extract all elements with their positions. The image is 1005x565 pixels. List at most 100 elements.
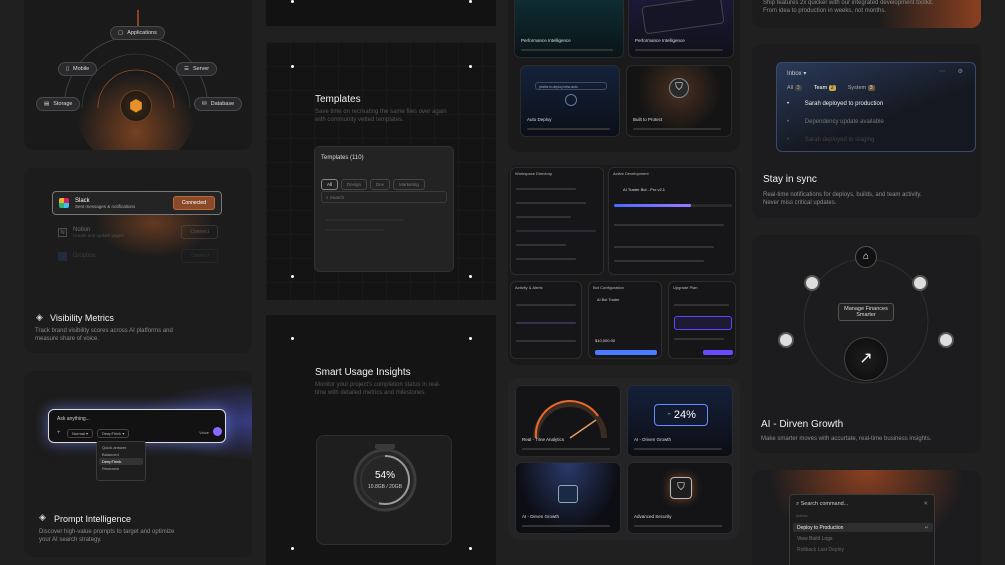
search-input[interactable]: ⌕ Search [321, 191, 447, 203]
command-search[interactable]: ⌕ Search command... ✕ [796, 501, 928, 508]
inbox-item[interactable]: • Sarah deployed to production [787, 101, 883, 107]
command-item[interactable]: Rollback Last Deploy [797, 547, 844, 553]
card-title: Visibility Metrics [50, 313, 114, 323]
bot-save-button[interactable] [595, 350, 657, 355]
upgrade-button[interactable] [703, 350, 733, 355]
tile-sub [522, 448, 611, 450]
node-server: ☰ Server [176, 62, 218, 76]
dropbox-icon [58, 251, 67, 261]
option-quick[interactable]: Quick answer [99, 444, 143, 451]
chevron-up-icon: ⌃ [666, 413, 674, 420]
tab-count: 3 [794, 85, 802, 91]
mode-select[interactable]: Normal ▾ [67, 429, 94, 438]
templates-panel: Templates (110) All Design Dev Marketing ⌕ … [314, 146, 454, 272]
filter-all[interactable]: All [321, 179, 339, 190]
ship-card: Ship features 2x quicker with our integr… [752, 0, 981, 28]
tile-sub [527, 128, 611, 130]
card-desc: Save time on recreating the same files o… [315, 109, 447, 124]
corner-dot [291, 0, 294, 3]
enter-icon: ↵ [924, 525, 929, 531]
connected-button[interactable]: Connected [172, 196, 215, 210]
tab-count: 3 [867, 85, 875, 91]
connect-button[interactable]: Connect [181, 225, 218, 239]
filter-tabs: All Design Dev Marketing [321, 173, 428, 191]
plan-option-selected[interactable] [674, 316, 732, 330]
inbox-item[interactable]: • Dependency update available [787, 119, 884, 125]
card-title: Templates [315, 94, 361, 105]
row [516, 322, 576, 324]
analytics-card: Real - Time Analytics ⌃ 24% AI - Driven … [508, 378, 740, 540]
inbox-title[interactable]: Inbox ▾ [787, 70, 806, 77]
activity-alerts: Activity & Alerts [510, 281, 582, 359]
command-item[interactable]: View Build Logs [797, 536, 833, 542]
corner-dot [469, 0, 472, 3]
bot-name: AI Bot Trader [597, 298, 620, 302]
row [614, 260, 704, 262]
more-icon[interactable]: ⋯ [939, 68, 945, 75]
usage-storage: 10.8GB / 20GB [368, 484, 402, 490]
settings-icon[interactable]: ⚙ [958, 68, 963, 75]
growth-percent: 24% [673, 409, 696, 421]
option-research[interactable]: Research [99, 465, 143, 472]
bot-value: $10,000.00 [595, 338, 616, 343]
avatar [912, 275, 928, 291]
tile-label: AI - Dirven Growth [522, 514, 560, 519]
mini-title: Activity & Alerts [515, 285, 543, 290]
usage-percent: 54% [374, 470, 395, 481]
command-item-label: Deploy to Production [797, 525, 844, 531]
tile-perf-1: Performance Intelligence [514, 0, 624, 58]
integration-slack[interactable]: Slack Sent messages & notifications Conne… [52, 191, 222, 215]
prompt-card: Ask anything... + Normal ▾ DeepThink ▾ V… [24, 371, 252, 557]
model-dropdown[interactable]: Quick answer Balanced DeepThink Research [96, 441, 146, 481]
layers-icon: ◈ [36, 312, 43, 322]
tile-label: Advanced Security [634, 514, 672, 519]
corner-dot [291, 275, 294, 278]
filter-marketing[interactable]: Marketing [393, 179, 425, 190]
model-select[interactable]: DeepThink ▾ [97, 429, 130, 438]
option-balanced[interactable]: Balanced [99, 451, 143, 458]
active-development: Active Development AI Trader Bot - Pro v… [608, 167, 736, 275]
tab-all[interactable]: All 3 [787, 85, 802, 91]
row [516, 188, 576, 190]
voice-button[interactable]: Voice [199, 430, 209, 435]
tile-sub [633, 128, 722, 130]
card-desc: Track brand visibility scores across AI … [35, 328, 173, 343]
send-button[interactable] [213, 427, 222, 436]
prompt-input[interactable]: Ask anything... [57, 416, 90, 422]
corner-dot [291, 337, 294, 340]
tile-label: AI - Driven Growth [634, 437, 672, 442]
tile-label: Performance Intelligence [521, 38, 571, 43]
upgrade-plan: Upgrade Plan [668, 281, 736, 359]
tab-team[interactable]: Team 2 [814, 85, 836, 91]
inbox-item[interactable]: • Sarah deployed to staging [787, 137, 875, 143]
storage-icon: ▤ [44, 101, 50, 107]
filter-dev[interactable]: Dev [370, 179, 391, 190]
command-item[interactable]: Deploy to Production ↵ [793, 523, 933, 532]
option-deepthink[interactable]: DeepThink [99, 458, 143, 465]
close-icon[interactable]: ✕ [923, 501, 928, 507]
templates-card: Templates Save time on recreating the sa… [266, 42, 496, 300]
integration-name: Dropbox [73, 253, 96, 259]
row [516, 216, 571, 218]
plus-icon[interactable]: + [57, 430, 61, 436]
connect-button[interactable]: Connect [181, 249, 218, 263]
app-icon: ▢ [118, 30, 124, 36]
usage-panel: 54% 10.8GB / 20GB [316, 435, 452, 545]
tile-sub [634, 448, 723, 450]
placeholder-row [325, 229, 385, 231]
mini-title: Bot Configuration [593, 285, 624, 290]
slack-icon [59, 198, 69, 208]
integration-notion[interactable]: N Notion Create and update pages Connect [58, 223, 218, 241]
inbox-item-text: Dependency update available [804, 119, 884, 125]
node-applications: ▢ Applications [110, 26, 165, 40]
card-desc: Ship features 2x quicker with our integr… [763, 0, 934, 15]
visibility-card: Slack Sent messages & notifications Conne… [24, 168, 252, 353]
integration-dropbox[interactable]: Dropbox Connect [58, 248, 218, 264]
tile-realtime-analytics: Real - Time Analytics [515, 385, 621, 457]
deploy-search[interactable]: platform.deploy/new.auto [535, 82, 607, 90]
filter-design[interactable]: Design [341, 179, 368, 190]
tab-system[interactable]: System 3 [848, 85, 875, 91]
avatar [804, 275, 820, 291]
prompt-box[interactable]: Ask anything... + Normal ▾ DeepThink ▾ V… [48, 409, 226, 443]
mini-title: Workspace Directory [515, 171, 553, 176]
